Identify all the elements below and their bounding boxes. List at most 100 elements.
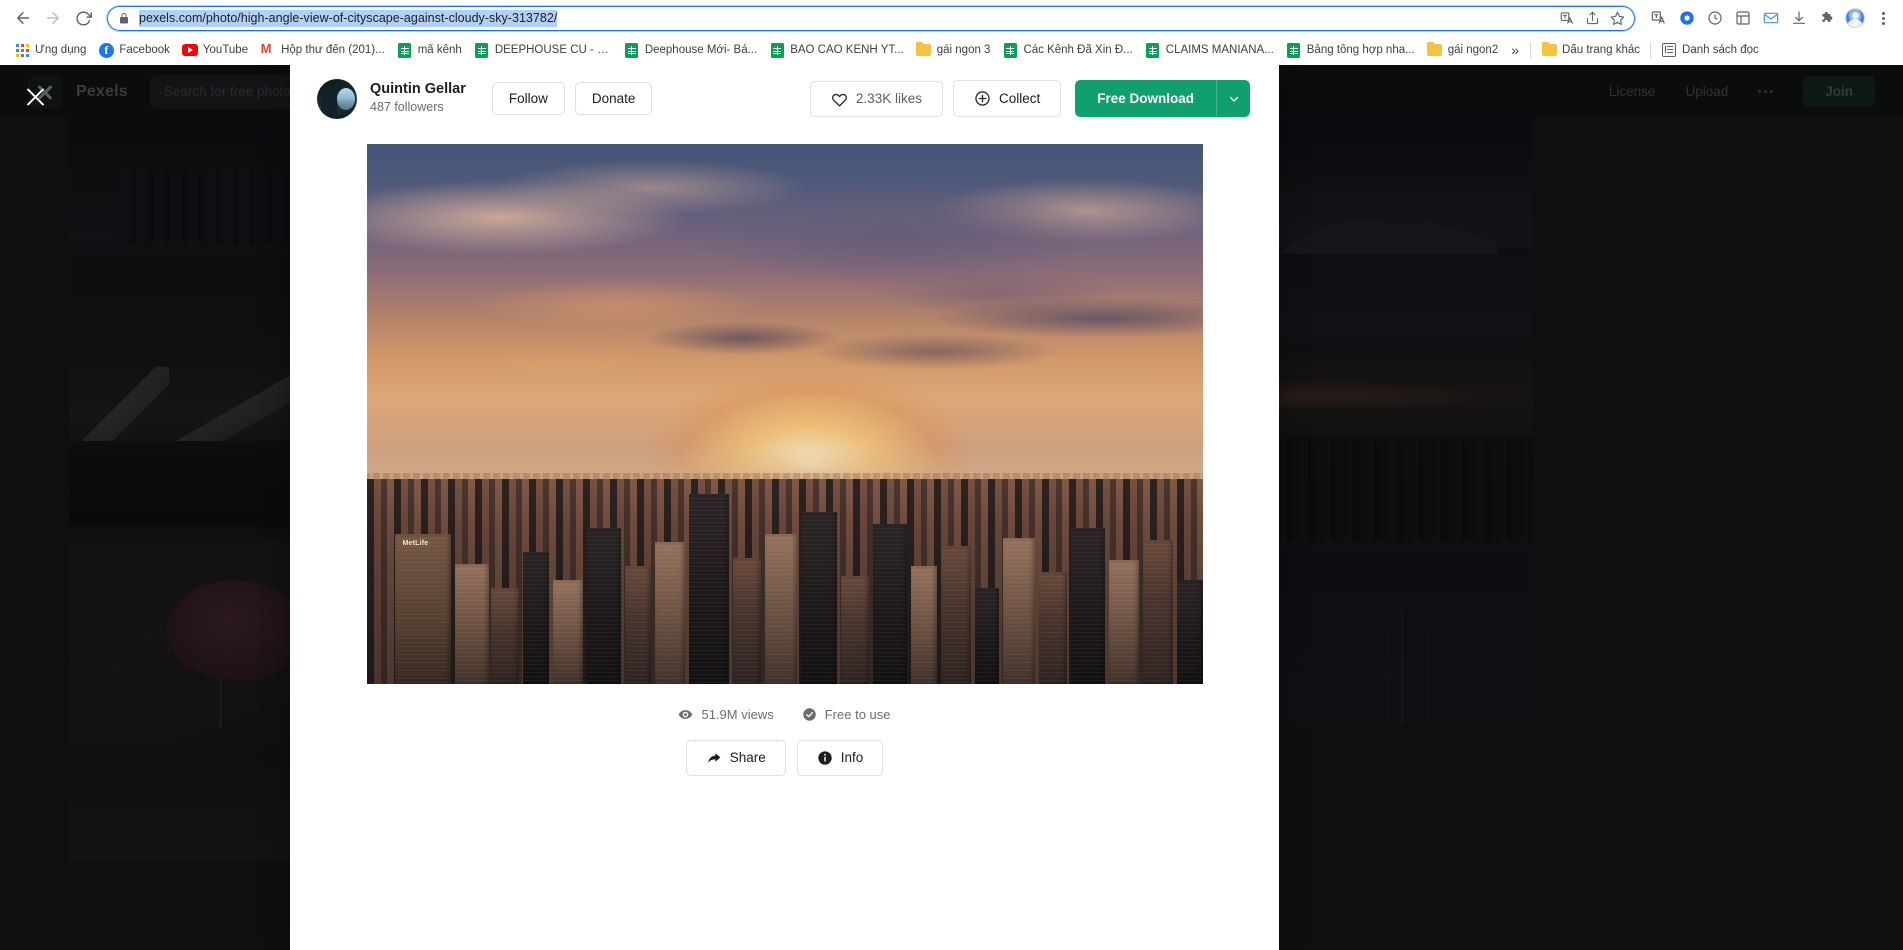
omnibox-icons <box>1559 10 1627 26</box>
bookmark-youtube[interactable]: YouTube <box>176 39 254 61</box>
google-sheets-icon <box>1286 42 1302 58</box>
gmail-icon <box>260 42 276 58</box>
follow-button[interactable]: Follow <box>491 81 565 116</box>
author-block[interactable]: Quintin Gellar 487 followers <box>317 78 466 119</box>
bookmark-label: gái ngon2 <box>1447 44 1499 56</box>
reload-button[interactable] <box>68 3 98 33</box>
extension-icons <box>1642 6 1895 30</box>
modal-footer-actions: Share Info <box>685 740 884 776</box>
extension-puzzle-icon[interactable] <box>1815 6 1839 30</box>
modal-header-actions: 2.33K likes Collect Free Download <box>809 80 1250 117</box>
reading-list-icon <box>1661 42 1677 58</box>
bookmark-gmail[interactable]: Hộp thư đến (201)... <box>254 39 391 61</box>
share-label: Share <box>729 750 766 766</box>
apps-grid-icon <box>14 42 30 58</box>
share-arrow-icon <box>706 750 722 766</box>
google-sheets-icon <box>624 42 640 58</box>
plus-circle-icon <box>974 90 991 107</box>
photo-meta-row: 51.9M views Free to use <box>678 707 891 722</box>
check-circle-icon <box>802 707 817 722</box>
translate-icon[interactable] <box>1559 10 1575 26</box>
back-button[interactable] <box>8 3 38 33</box>
views-label: 51.9M views <box>701 707 774 722</box>
envelope-extension-icon[interactable] <box>1759 6 1783 30</box>
chevron-down-icon <box>1227 92 1241 106</box>
bookmark-gai-ngon-2[interactable]: gái ngon2 <box>1421 39 1505 61</box>
likes-label: 2.33K likes <box>855 90 922 106</box>
bookmark-deephouse-moi[interactable]: Deephouse Mới- Bá... <box>618 39 763 61</box>
avatar[interactable] <box>317 78 357 119</box>
bookmark-label: Dấu trang khác <box>1562 44 1641 56</box>
photo-detail-modal: Quintin Gellar 487 followers Follow Dona… <box>290 65 1279 950</box>
google-sheets-icon <box>769 42 785 58</box>
views-stat: 51.9M views <box>678 707 774 722</box>
likes-button[interactable]: 2.33K likes <box>809 80 943 117</box>
grid-extension-icon[interactable] <box>1731 6 1755 30</box>
site-security-lock-icon <box>118 12 130 25</box>
bookmark-star-icon[interactable] <box>1609 10 1625 26</box>
profile-avatar[interactable] <box>1843 6 1867 30</box>
bookmark-label: CLAIMS MANIANA... <box>1165 44 1274 56</box>
browser-toolbar: pexels.com/photo/high-angle-view-of-city… <box>0 0 1903 36</box>
share-icon[interactable] <box>1584 10 1600 26</box>
bookmark-facebook[interactable]: f Facebook <box>92 39 176 61</box>
address-bar[interactable]: pexels.com/photo/high-angle-view-of-city… <box>106 4 1636 32</box>
bookmarks-bar: Ứng dụng f Facebook YouTube Hộp thư đến … <box>0 36 1903 65</box>
youtube-icon <box>181 42 198 58</box>
bookmark-claims-maniana[interactable]: CLAIMS MANIANA... <box>1139 39 1280 61</box>
close-icon[interactable] <box>17 79 53 115</box>
building-label: MetLife <box>402 539 429 547</box>
info-icon <box>817 750 833 766</box>
eye-icon <box>678 707 693 722</box>
chrome-menu-icon[interactable] <box>1871 6 1895 30</box>
bookmark-label: BÁO CÁO KÊNH YT... <box>790 44 904 56</box>
forward-button[interactable] <box>38 3 68 33</box>
clock-extension-icon[interactable] <box>1703 6 1727 30</box>
bookmark-gai-ngon-3[interactable]: gái ngon 3 <box>910 39 997 61</box>
bookmark-label: gái ngon 3 <box>936 44 991 56</box>
bookmark-label: Hộp thư đến (201)... <box>281 44 385 56</box>
info-label: Info <box>840 750 864 766</box>
heart-icon <box>831 91 848 107</box>
bookmark-ma-kenh[interactable]: mã kênh <box>391 39 468 61</box>
author-name[interactable]: Quintin Gellar <box>370 80 466 98</box>
bookmarks-divider <box>1650 42 1652 58</box>
bookmark-label: Danh sách đọc <box>1682 44 1759 56</box>
google-sheets-icon <box>397 42 413 58</box>
bookmark-label: Ứng dụng <box>35 44 87 56</box>
info-button[interactable]: Info <box>796 740 884 776</box>
folder-icon <box>1541 41 1557 58</box>
free-download-button[interactable]: Free Download <box>1075 80 1216 117</box>
bookmark-bang-tong-hop[interactable]: Bảng tổng hợp nha... <box>1280 39 1421 61</box>
download-button-group: Free Download <box>1075 80 1250 117</box>
photo-tone-overlay <box>366 144 1203 684</box>
donate-button[interactable]: Donate <box>574 81 653 116</box>
bookmark-label: YouTube <box>202 44 249 56</box>
modal-header: Quintin Gellar 487 followers Follow Dona… <box>290 65 1279 132</box>
bookmark-deephouse-cu[interactable]: DEEPHOUSE CŨ - B... <box>468 39 618 61</box>
bookmark-label: Facebook <box>119 44 170 56</box>
bookmark-label: Các Kênh Đã Xin Đ... <box>1023 44 1133 56</box>
author-followers: 487 followers <box>370 100 444 115</box>
bookmark-label: mã kênh <box>417 44 462 56</box>
download-options-button[interactable] <box>1216 80 1250 117</box>
folder-icon <box>916 41 932 58</box>
google-sheets-icon <box>1145 42 1161 58</box>
bookmark-reading-list[interactable]: Danh sách đọc <box>1655 39 1765 61</box>
photo-viewer[interactable]: MetLife <box>366 144 1203 684</box>
license-label: Free to use <box>824 707 891 722</box>
url-text[interactable]: pexels.com/photo/high-angle-view-of-city… <box>139 9 558 27</box>
share-button[interactable]: Share <box>685 740 786 776</box>
modal-body: MetLife 51.9M views Free to use Share In… <box>290 132 1279 950</box>
bookmark-apps[interactable]: Ứng dụng <box>8 39 92 61</box>
bookmark-cac-kenh[interactable]: Các Kênh Đã Xin Đ... <box>996 39 1138 61</box>
translate-extension-icon[interactable] <box>1647 6 1671 30</box>
photo-image: MetLife <box>366 144 1203 684</box>
download-extension-icon[interactable] <box>1787 6 1811 30</box>
bookmarks-overflow-button[interactable]: » <box>1504 39 1526 61</box>
bookmark-other-bookmarks[interactable]: Dấu trang khác <box>1535 39 1646 61</box>
bookmark-bao-cao-kenh[interactable]: BÁO CÁO KÊNH YT... <box>763 39 910 61</box>
browser-chrome: pexels.com/photo/high-angle-view-of-city… <box>0 0 1903 65</box>
collect-button[interactable]: Collect <box>952 80 1062 117</box>
blue-circle-extension-icon[interactable] <box>1675 6 1699 30</box>
